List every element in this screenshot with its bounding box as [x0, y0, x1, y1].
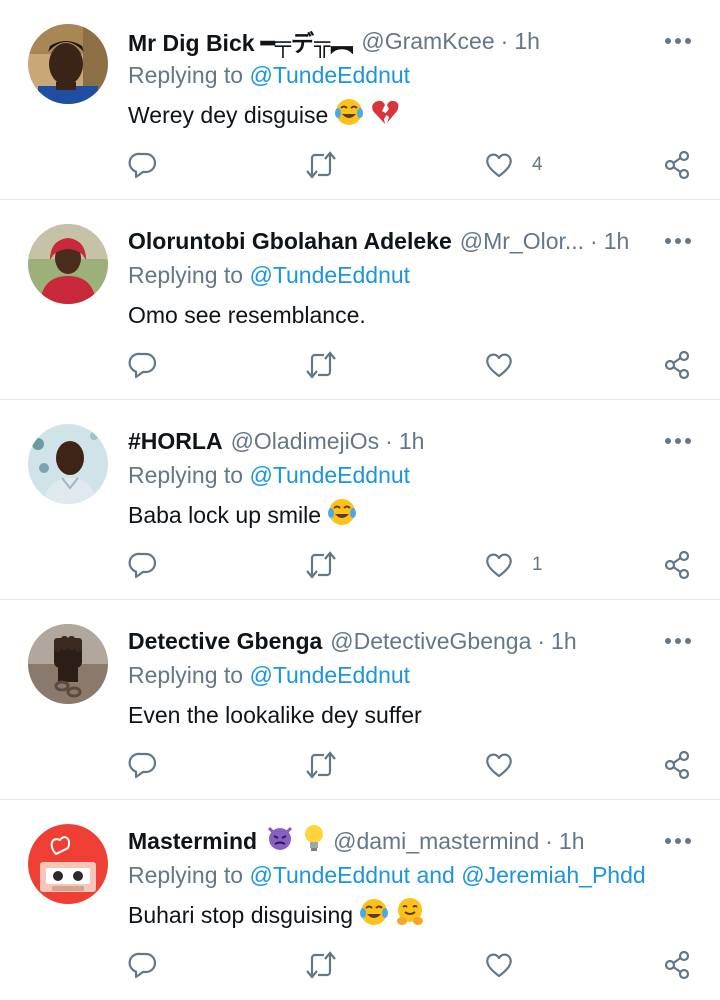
more-options-icon[interactable] [662, 428, 694, 454]
separator-dot: · [500, 27, 509, 54]
tweet-card[interactable]: Detective Gbenga @DetectiveGbenga · 1h R… [0, 600, 720, 800]
user-handle[interactable]: @OladimejiOs [231, 428, 380, 455]
timestamp[interactable]: 1h [551, 628, 577, 655]
tweet-card[interactable]: Oloruntobi Gbolahan Adeleke @Mr_Olor... … [0, 200, 720, 400]
mention-link[interactable]: @TundeEddnut [249, 462, 410, 488]
share-icon[interactable] [662, 948, 692, 982]
replying-to-line: Replying to @TundeEddnut [128, 462, 410, 494]
tweet-card[interactable]: Mastermind @dami_mastermind · 1h Replyin… [0, 800, 720, 1000]
replying-to-label: Replying to [128, 262, 244, 288]
display-name[interactable]: Mastermind [128, 828, 257, 855]
like-button[interactable] [484, 948, 532, 982]
avatar[interactable] [28, 424, 108, 504]
tweet-body: Even the lookalike dey suffer [128, 701, 422, 728]
tweet-text: Buhari stop disguising [128, 898, 425, 932]
more-options-icon[interactable] [662, 828, 694, 854]
share-icon[interactable] [662, 748, 692, 782]
like-button[interactable] [484, 748, 532, 782]
reply-icon[interactable] [128, 148, 158, 182]
timestamp[interactable]: 1h [604, 228, 630, 255]
more-options-icon[interactable] [662, 28, 694, 54]
retweet-icon[interactable] [304, 748, 338, 782]
heart-icon [484, 150, 514, 180]
broken-heart-emoji-icon [370, 97, 400, 133]
replying-to-line: Replying to @TundeEddnut [128, 262, 410, 294]
display-name[interactable]: Oloruntobi Gbolahan Adeleke [128, 228, 452, 255]
separator-dot: · [385, 427, 393, 454]
reply-icon[interactable] [128, 548, 158, 582]
user-handle[interactable]: @GramKcee [361, 28, 494, 55]
angry-devil-icon [265, 824, 295, 858]
tears-of-joy-emoji-icon [334, 97, 364, 133]
tweet-text: Baba lock up smile [128, 498, 357, 532]
replying-to-label: Replying to [128, 862, 244, 888]
display-name[interactable]: Detective Gbenga [128, 628, 322, 655]
tweet-body: Omo see resemblance. [128, 301, 366, 328]
avatar[interactable] [28, 824, 108, 904]
replying-to-line: Replying to @TundeEddnut [128, 62, 410, 94]
retweet-icon[interactable] [304, 148, 338, 182]
tweet-body: Werey dey disguise [128, 101, 329, 128]
heart-icon [484, 550, 514, 580]
like-button[interactable]: 1 [484, 548, 543, 582]
replying-to-line: Replying to @TundeEddnut and @Jeremiah_P… [128, 862, 646, 894]
tweet-card[interactable]: Mr Dig Bick ━╤デ╦︻ @GramKcee · 1h Replyin… [0, 0, 720, 200]
replying-to-label: Replying to [128, 62, 244, 88]
light-bulb-icon [303, 824, 325, 858]
reply-icon[interactable] [128, 948, 158, 982]
user-handle[interactable]: @dami_mastermind [333, 828, 539, 855]
replying-to-label: Replying to [128, 462, 244, 488]
tweet-text: Werey dey disguise [128, 98, 400, 132]
user-handle[interactable]: @DetectiveGbenga [330, 628, 531, 655]
display-name[interactable]: Mr Dig Bick ━╤デ╦︻ [128, 24, 353, 58]
reply-feed: Mr Dig Bick ━╤デ╦︻ @GramKcee · 1h Replyin… [0, 0, 720, 1000]
more-options-icon[interactable] [662, 228, 694, 254]
tweet-card[interactable]: #HORLA @OladimejiOs · 1h Replying to @Tu… [0, 400, 720, 600]
tweet-text: Omo see resemblance. [128, 298, 366, 332]
heart-icon [484, 950, 514, 980]
tweet-text: Even the lookalike dey suffer [128, 698, 422, 732]
reply-icon[interactable] [128, 748, 158, 782]
share-icon[interactable] [662, 348, 692, 382]
tears-of-joy-emoji-icon [359, 897, 389, 933]
like-count: 4 [532, 154, 543, 175]
retweet-icon[interactable] [304, 948, 338, 982]
share-icon[interactable] [662, 148, 692, 182]
display-name[interactable]: #HORLA [128, 428, 223, 455]
tears-of-joy-emoji-icon [327, 497, 357, 533]
timestamp[interactable]: 1h [514, 28, 540, 55]
like-button[interactable] [484, 348, 532, 382]
share-icon[interactable] [662, 548, 692, 582]
timestamp[interactable]: 1h [399, 428, 425, 455]
like-count: 1 [532, 554, 543, 575]
separator-dot: · [545, 827, 553, 854]
retweet-icon[interactable] [304, 348, 338, 382]
more-options-icon[interactable] [662, 628, 694, 654]
hugging-face-emoji-icon [395, 897, 425, 933]
avatar[interactable] [28, 624, 108, 704]
tweet-body: Baba lock up smile [128, 501, 322, 528]
replying-to-line: Replying to @TundeEddnut [128, 662, 410, 694]
mention-link[interactable]: @TundeEddnut [249, 662, 410, 688]
tweet-body: Buhari stop disguising [128, 901, 354, 928]
mention-link[interactable]: @TundeEddnut [249, 262, 410, 288]
retweet-icon[interactable] [304, 548, 338, 582]
avatar[interactable] [28, 224, 108, 304]
reply-icon[interactable] [128, 348, 158, 382]
heart-icon [484, 350, 514, 380]
separator-dot: · [590, 227, 598, 254]
separator-dot: · [537, 627, 546, 654]
mention-link[interactable]: @TundeEddnut and @Jeremiah_Phdd [249, 862, 645, 888]
mention-link[interactable]: @TundeEddnut [249, 62, 410, 88]
heart-icon [484, 750, 514, 780]
timestamp[interactable]: 1h [559, 828, 585, 855]
replying-to-label: Replying to [128, 662, 244, 688]
user-handle[interactable]: @Mr_Olor... [460, 228, 584, 255]
avatar[interactable] [28, 24, 108, 104]
like-button[interactable]: 4 [484, 148, 543, 182]
